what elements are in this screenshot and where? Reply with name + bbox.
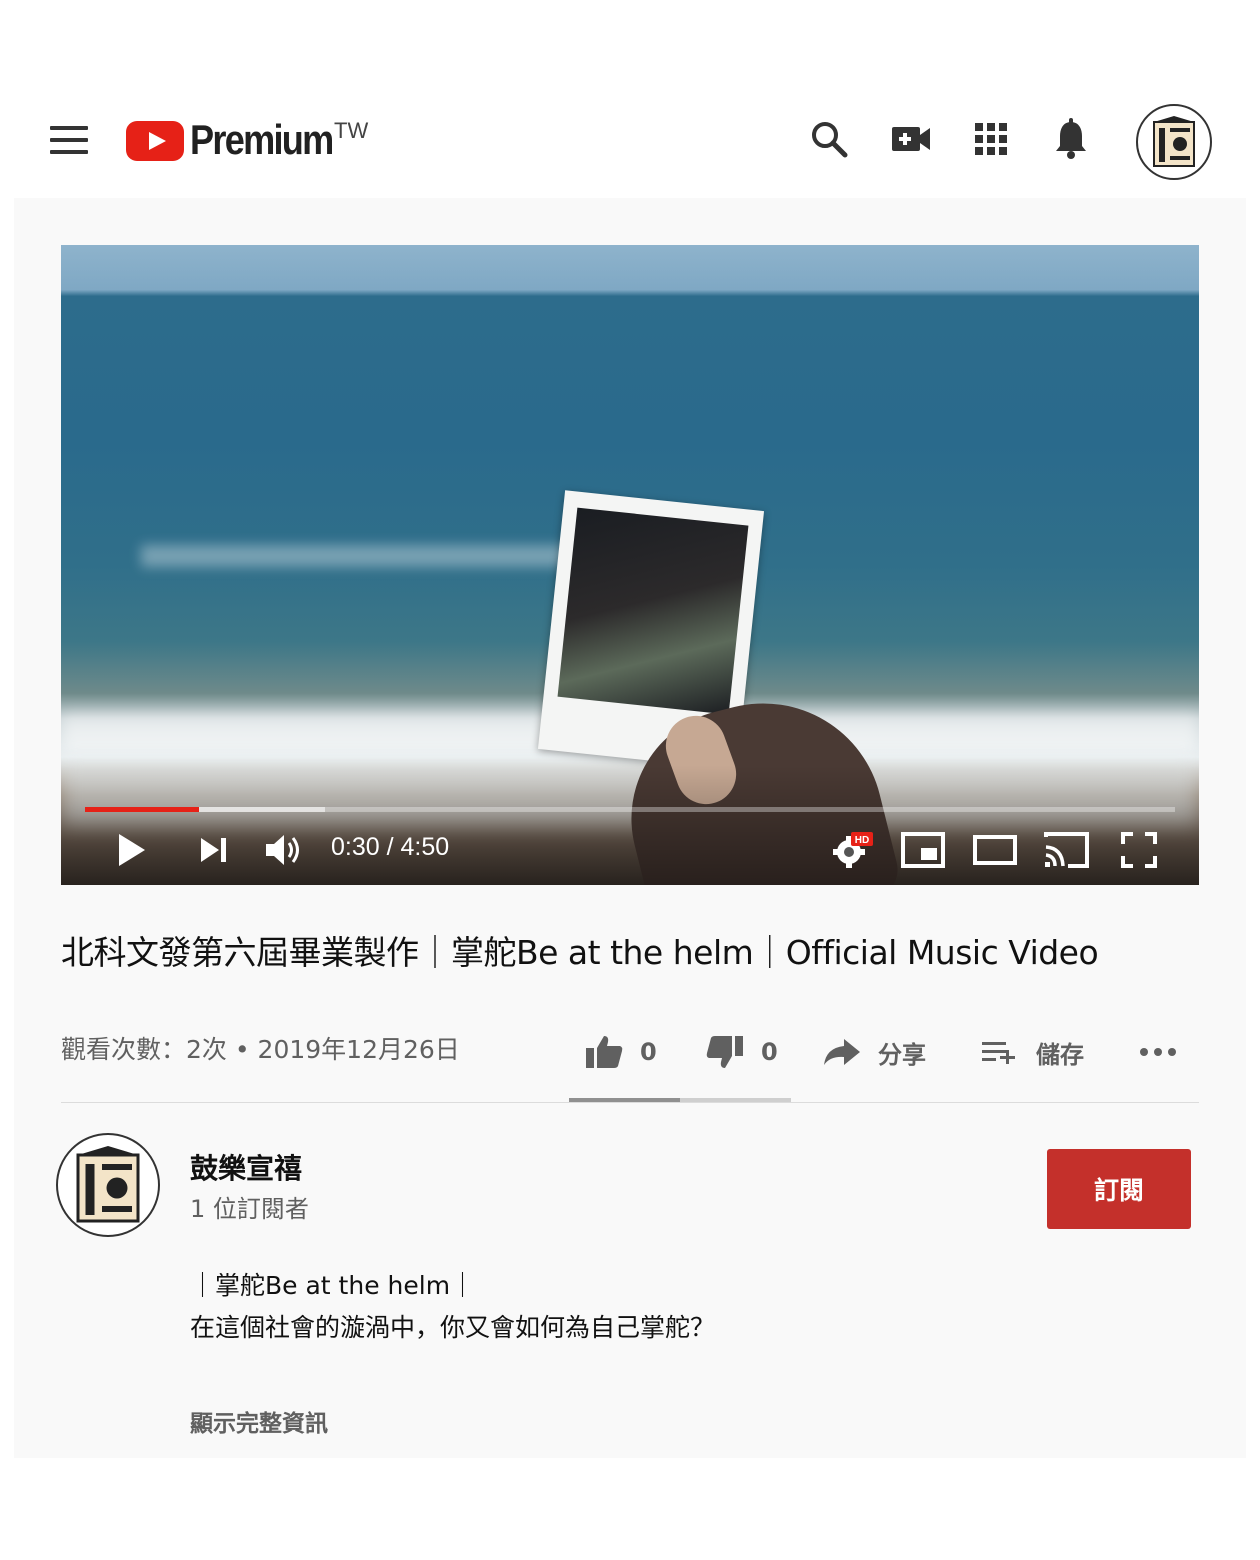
- share-button[interactable]: 分享: [822, 1034, 926, 1070]
- description-line: ｜掌舵Be at the helm｜: [190, 1271, 476, 1300]
- fullscreen-icon[interactable]: [1119, 830, 1159, 870]
- more-actions-icon[interactable]: [1138, 1034, 1194, 1070]
- theater-mode-icon[interactable]: [973, 830, 1017, 870]
- views-and-date: 觀看次數：2次 • 2019年12月26日: [61, 1035, 460, 1064]
- avatar-logo-icon: [1153, 116, 1195, 167]
- channel-avatar[interactable]: [56, 1133, 160, 1237]
- save-button[interactable]: 儲存: [980, 1034, 1084, 1070]
- menu-icon[interactable]: [50, 126, 88, 156]
- like-button[interactable]: 0: [584, 1034, 657, 1070]
- account-avatar[interactable]: [1136, 104, 1212, 180]
- search-icon[interactable]: [808, 118, 850, 160]
- next-icon[interactable]: [195, 830, 231, 870]
- create-video-icon[interactable]: [890, 118, 932, 160]
- thumbs-up-icon: [586, 1036, 623, 1068]
- time-display: 0:30 / 4:50: [331, 833, 450, 861]
- save-label: 儲存: [1036, 1040, 1084, 1069]
- thumbs-down-icon: [706, 1036, 743, 1068]
- divider: [61, 1102, 1199, 1103]
- dislike-count: 0: [761, 1038, 778, 1066]
- subscribe-button[interactable]: 訂閱: [1047, 1149, 1191, 1229]
- apps-icon[interactable]: [970, 118, 1012, 160]
- show-more-link[interactable]: 顯示完整資訊: [190, 1404, 328, 1438]
- controls-gradient: [61, 765, 1199, 885]
- cast-icon[interactable]: [1043, 830, 1091, 870]
- volume-icon[interactable]: [261, 830, 307, 870]
- video-title: 北科文發第六屆畢業製作｜掌舵Be at the helm｜Official Mu…: [61, 933, 1099, 972]
- channel-name[interactable]: 鼓樂宣禧: [190, 1147, 302, 1187]
- video-player[interactable]: 0:30 / 4:50 HD: [61, 245, 1199, 885]
- miniplayer-icon[interactable]: [901, 830, 945, 870]
- channel-logo-icon: [76, 1146, 140, 1223]
- region-label: TW: [334, 118, 369, 143]
- play-icon[interactable]: [111, 830, 151, 870]
- hd-badge: HD: [855, 835, 869, 846]
- description-line: 在這個社會的漩渦中，你又會如何為自己掌舵？: [190, 1313, 716, 1342]
- youtube-logo-icon[interactable]: [126, 121, 184, 161]
- sentiment-bar-likes: [569, 1098, 680, 1102]
- like-count: 0: [640, 1038, 657, 1066]
- masthead: Premium TW: [0, 0, 1260, 196]
- subscriber-count: 1 位訂閱者: [190, 1195, 309, 1223]
- playlist-add-icon: [982, 1042, 1015, 1064]
- progress-played: [85, 807, 199, 812]
- logo-premium-text[interactable]: Premium: [190, 116, 334, 164]
- share-label: 分享: [878, 1040, 926, 1069]
- share-icon: [824, 1039, 860, 1065]
- settings-icon[interactable]: HD: [831, 830, 875, 870]
- dislike-button[interactable]: 0: [705, 1034, 778, 1070]
- notifications-bell-icon[interactable]: [1050, 118, 1092, 160]
